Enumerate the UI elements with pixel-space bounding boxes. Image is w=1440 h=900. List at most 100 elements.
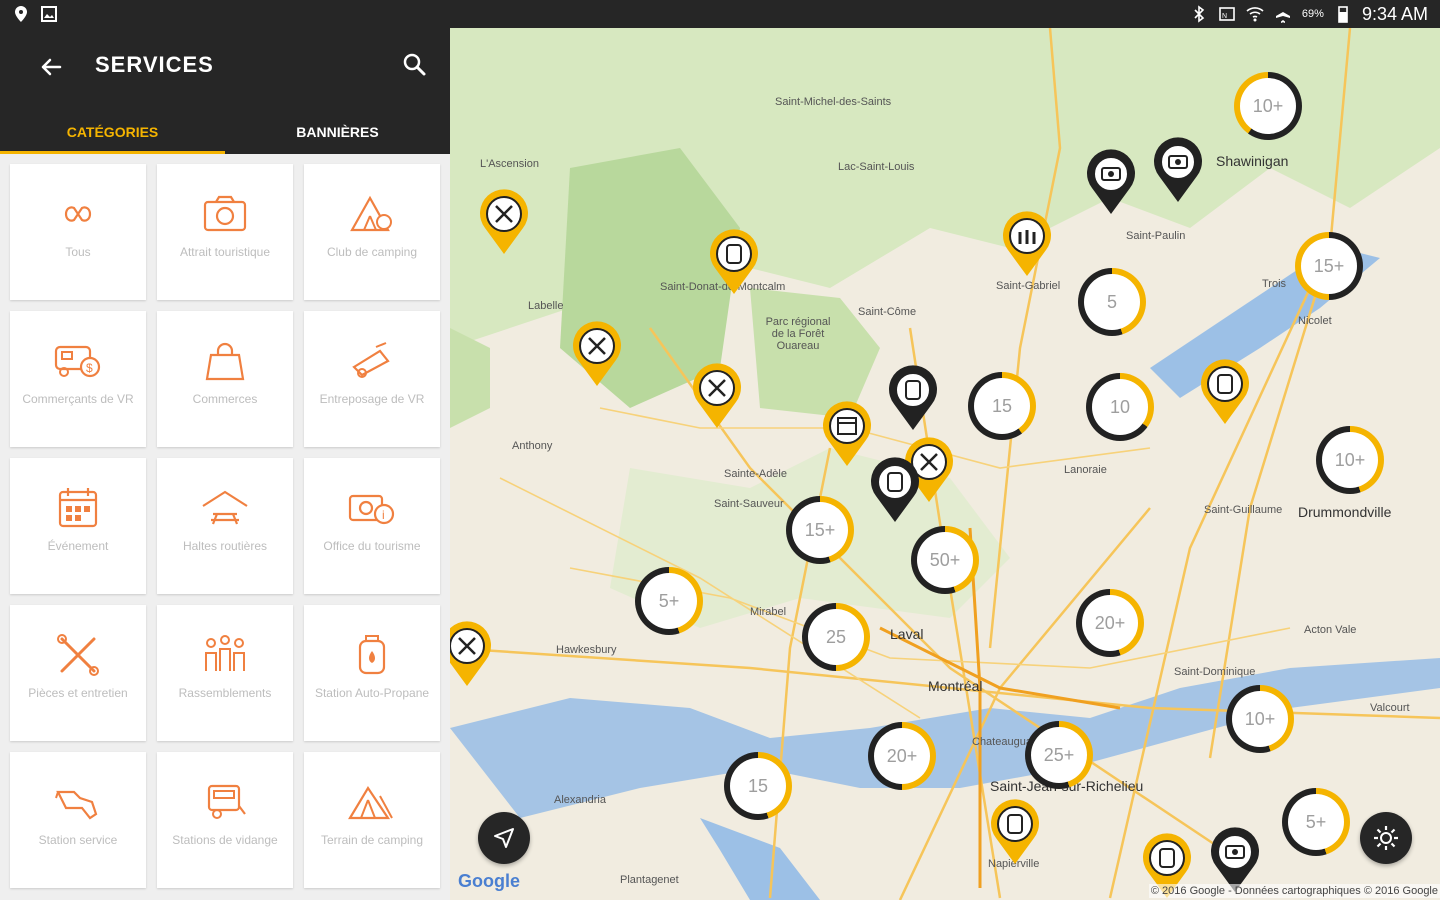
map-label: Lac-Saint-Louis xyxy=(838,161,915,173)
category-tile-terrain-camping[interactable]: Terrain de camping xyxy=(304,752,440,888)
map-cluster[interactable]: 25 xyxy=(802,603,870,671)
map-label: Sainte-Adèle xyxy=(724,468,787,480)
map-pin-tools[interactable] xyxy=(477,188,531,256)
category-grid: Tous Attrait touristique Club de camping… xyxy=(10,164,442,888)
shopping-bag-icon xyxy=(205,342,245,381)
map-cluster[interactable]: 15 xyxy=(968,372,1036,440)
map-label: Saint-Gabriel xyxy=(996,280,1061,292)
map-cluster[interactable]: 20+ xyxy=(868,722,936,790)
category-tile-entreposage-vr[interactable]: Entreposage de VR xyxy=(304,311,440,447)
services-panel: SERVICES CATÉGORIES BANNIÈRES Tous Attra… xyxy=(0,28,450,900)
map-pin-propane[interactable] xyxy=(868,456,922,524)
map-label: Parc régional de la Forêt Ouareau xyxy=(765,316,831,352)
tab-categories[interactable]: CATÉGORIES xyxy=(0,110,225,154)
category-tile-club-camping[interactable]: Club de camping xyxy=(304,164,440,300)
map-pin-propane[interactable] xyxy=(988,798,1042,866)
map-pin-tools[interactable] xyxy=(690,362,744,430)
category-tile-station-service[interactable]: Station service xyxy=(10,752,146,888)
map-label: Laval xyxy=(890,626,924,642)
tab-bar: CATÉGORIES BANNIÈRES xyxy=(0,110,450,154)
people-icon xyxy=(205,635,245,671)
propane-icon xyxy=(358,635,386,675)
category-tile-commerces[interactable]: Commerces xyxy=(157,311,293,447)
search-icon[interactable] xyxy=(400,50,430,80)
status-time: 9:34 AM xyxy=(1361,3,1428,24)
gallery-icon xyxy=(41,6,57,22)
map-label: Saint-Paulin xyxy=(1126,230,1186,242)
map-label: Mirabel xyxy=(750,606,787,618)
map-pin-people[interactable] xyxy=(1000,210,1054,278)
map-label: Saint-Michel-des-Saints xyxy=(775,96,892,108)
map-cluster[interactable]: 10+ xyxy=(1226,685,1294,753)
tent-club-icon xyxy=(350,195,392,232)
category-tile-attrait[interactable]: Attrait touristique xyxy=(157,164,293,300)
category-tile-pieces[interactable]: Pièces et entretien xyxy=(10,605,146,741)
category-tile-office-tourisme[interactable]: i Office du tourisme xyxy=(304,458,440,594)
map-cluster[interactable]: 15 xyxy=(724,752,792,820)
tools-icon xyxy=(57,634,99,676)
map-cluster[interactable]: 5+ xyxy=(635,567,703,635)
campground-icon xyxy=(348,785,393,820)
map-cluster[interactable]: 5+ xyxy=(1282,788,1350,856)
category-tile-commercants-vr[interactable]: $ Commerçants de VR xyxy=(10,311,146,447)
battery-percent: 69% xyxy=(1301,8,1324,20)
category-tile-tous[interactable]: Tous xyxy=(10,164,146,300)
map-label: Labelle xyxy=(528,300,564,312)
map-label: Nicolet xyxy=(1298,315,1332,327)
map-pin-propane[interactable] xyxy=(886,364,940,432)
category-tile-rassemblements[interactable]: Rassemblements xyxy=(157,605,293,741)
category-tile-haltes[interactable]: Haltes routières xyxy=(157,458,293,594)
map-pin-tools[interactable] xyxy=(450,620,494,688)
back-arrow-icon[interactable] xyxy=(34,50,68,84)
settings-button[interactable] xyxy=(1360,812,1412,864)
map-view[interactable]: L'Ascension Saint-Michel-des-Saints Lac-… xyxy=(450,28,1440,900)
map-pin-tools[interactable] xyxy=(570,320,624,388)
map-cluster[interactable]: 15+ xyxy=(1295,232,1363,300)
tab-banners[interactable]: BANNIÈRES xyxy=(225,110,450,154)
map-label: Trois xyxy=(1262,278,1287,290)
map-label: L'Ascension xyxy=(480,158,539,170)
map-label: Saint-Côme xyxy=(858,306,917,318)
map-pin-propane[interactable] xyxy=(1198,358,1252,426)
camera-icon xyxy=(203,195,247,232)
map-cluster[interactable]: 5 xyxy=(1078,268,1146,336)
map-label: Saint-Guillaume xyxy=(1204,504,1283,516)
rest-area-icon xyxy=(202,490,248,525)
category-tile-propane[interactable]: Station Auto-Propane xyxy=(304,605,440,741)
my-location-button[interactable] xyxy=(478,812,530,864)
svg-text:N: N xyxy=(1222,13,1227,20)
category-tile-vidange[interactable]: Stations de vidange xyxy=(157,752,293,888)
location-icon xyxy=(15,6,27,22)
map-cluster[interactable]: 50+ xyxy=(911,526,979,594)
map-cluster[interactable]: 10+ xyxy=(1316,426,1384,494)
map-label: Anthony xyxy=(512,440,553,452)
calendar-icon xyxy=(58,488,98,528)
map-copyright: © 2016 Google - Données cartographiques … xyxy=(1148,884,1440,898)
map-cluster[interactable]: 10 xyxy=(1086,373,1154,441)
status-bar: N 69% 9:34 AM xyxy=(0,0,1440,28)
map-pin-camera[interactable] xyxy=(1151,136,1205,204)
bluetooth-icon xyxy=(1194,5,1205,23)
category-tile-evenement[interactable]: Événement xyxy=(10,458,146,594)
map-pin-camera[interactable] xyxy=(1084,148,1138,216)
map-label: Plantagenet xyxy=(620,874,679,886)
map-cluster[interactable]: 20+ xyxy=(1076,589,1144,657)
battery-icon xyxy=(1338,6,1348,23)
nfc-icon: N xyxy=(1219,7,1235,21)
google-logo: Google xyxy=(458,871,520,891)
map-cluster[interactable]: 10+ xyxy=(1234,72,1302,140)
map-cluster[interactable]: 15+ xyxy=(786,496,854,564)
map-pin-propane[interactable] xyxy=(707,228,761,296)
tourism-office-icon: i xyxy=(348,494,395,525)
map-label: Drummondville xyxy=(1298,504,1392,520)
svg-text:$: $ xyxy=(86,361,93,375)
gear-icon xyxy=(1374,826,1398,850)
fuel-pump-icon xyxy=(55,790,98,820)
page-title: SERVICES xyxy=(95,52,214,77)
infinity-icon xyxy=(64,206,92,222)
map-cluster[interactable]: 25+ xyxy=(1025,721,1093,789)
map-label: Acton Vale xyxy=(1304,624,1357,636)
map-label: Valcourt xyxy=(1370,702,1410,714)
navigation-arrow-icon xyxy=(494,828,514,848)
map-pin-calendar[interactable] xyxy=(820,400,874,468)
